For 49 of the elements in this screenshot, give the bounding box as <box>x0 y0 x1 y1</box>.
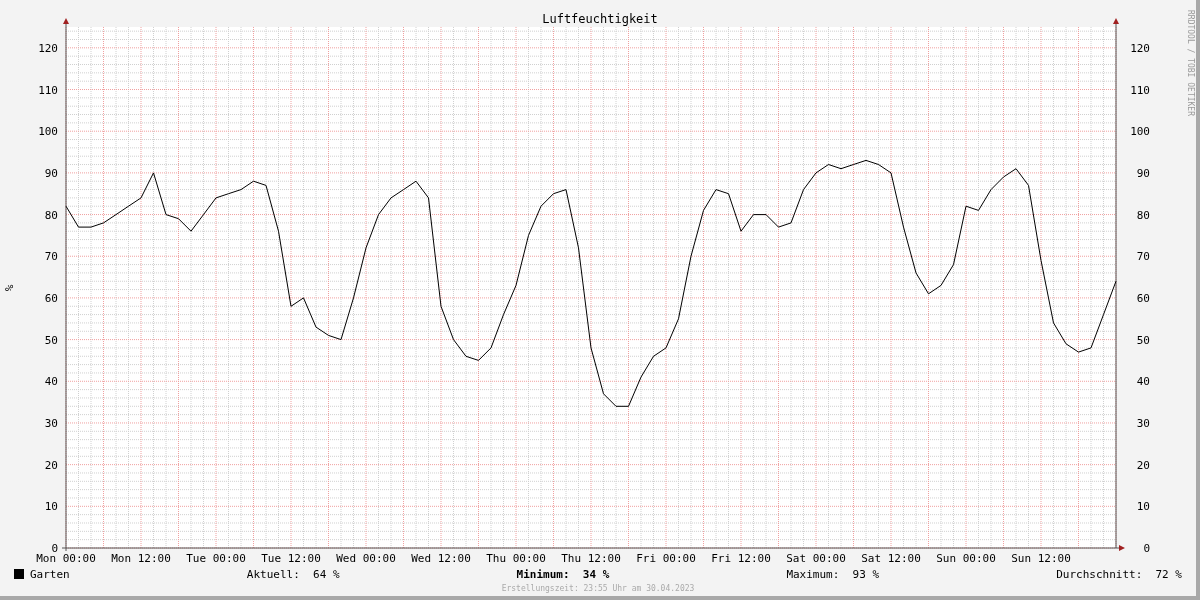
legend-stat: Aktuell: 64 % <box>246 567 340 581</box>
chart-title: Luftfeuchtigkeit <box>542 12 658 26</box>
y-tick-label: 60 <box>44 291 58 305</box>
y-tick-label: 70 <box>1136 250 1150 264</box>
x-tick-label: Mon 00:00 <box>36 552 96 564</box>
x-tick-label: Fri 00:00 <box>636 552 696 564</box>
legend-stat: Durchschnitt: 72 % <box>1056 567 1182 581</box>
y-tick-label: 80 <box>1136 208 1150 222</box>
y-tick-label: 100 <box>38 125 58 139</box>
y-tick-label: 110 <box>38 83 58 97</box>
legend-stat: Minimum: 34 % <box>516 567 610 581</box>
y-tick-label: 90 <box>1136 166 1150 180</box>
x-tick-label: Wed 12:00 <box>411 552 471 564</box>
legend-series-name: Garten <box>30 567 70 581</box>
x-tick-label: Wed 00:00 <box>336 552 396 564</box>
y-tick-label: 20 <box>44 458 58 472</box>
y-tick-label: 10 <box>1136 500 1150 514</box>
y-tick-label: 10 <box>44 500 58 514</box>
y-tick-label: 50 <box>1136 333 1150 347</box>
x-tick-label: Thu 00:00 <box>486 552 546 564</box>
y-tick-label: 80 <box>44 208 58 222</box>
y-tick-label: 40 <box>1136 375 1150 389</box>
y-tick-label: 70 <box>44 250 58 264</box>
y-tick-label: 110 <box>1130 83 1150 97</box>
x-tick-label: Sat 12:00 <box>861 552 921 564</box>
y-tick-label: 100 <box>1130 125 1150 139</box>
y-tick-label: 90 <box>44 166 58 180</box>
x-tick-label: Sun 12:00 <box>1011 552 1071 564</box>
credit-text: RRDTOOL / TOBI OETIKER <box>1186 10 1195 116</box>
x-tick-label: Thu 12:00 <box>561 552 621 564</box>
y-tick-label: 120 <box>38 41 58 55</box>
x-tick-label: Sun 00:00 <box>936 552 996 564</box>
creation-time: Erstellungszeit: 23:55 Uhr am 30.04.2023 <box>501 584 695 593</box>
x-tick-label: Tue 12:00 <box>261 552 321 564</box>
x-tick-label: Fri 12:00 <box>711 552 771 564</box>
y-tick-label: 0 <box>1143 542 1150 555</box>
y-tick-label: 0 <box>51 542 58 555</box>
x-tick-label: Tue 00:00 <box>186 552 246 564</box>
y-tick-label: 30 <box>1136 416 1150 430</box>
x-tick-label: Mon 12:00 <box>111 552 171 564</box>
y-tick-label: 40 <box>44 375 58 389</box>
y-tick-label: 60 <box>1136 291 1150 305</box>
y-tick-label: 120 <box>1130 41 1150 55</box>
y-tick-label: 50 <box>44 333 58 347</box>
y-tick-label: 20 <box>1136 458 1150 472</box>
y-axis-label: % <box>3 284 16 292</box>
y-tick-label: 30 <box>44 416 58 430</box>
legend-stat: Maximum: 93 % <box>786 567 880 581</box>
x-tick-label: Sat 00:00 <box>786 552 846 564</box>
